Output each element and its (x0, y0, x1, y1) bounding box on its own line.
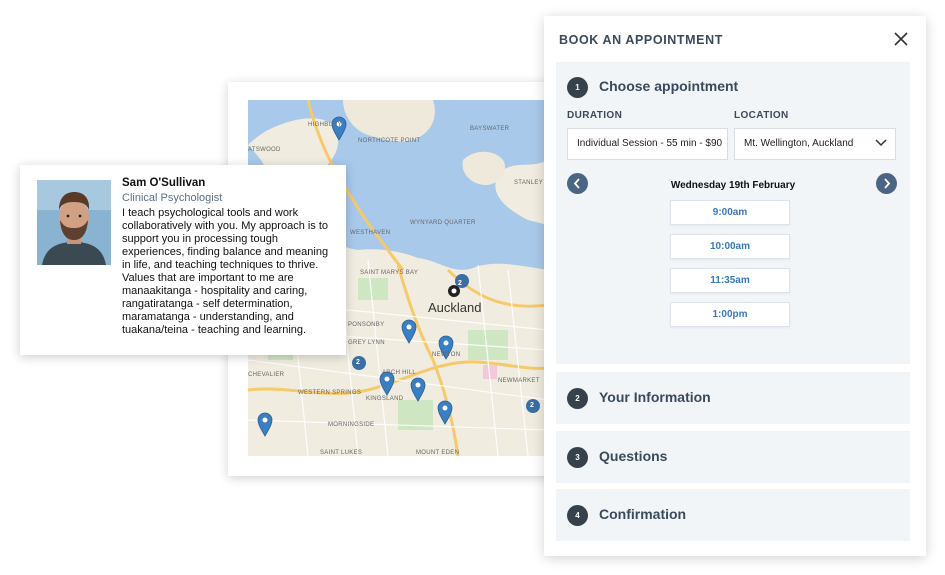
map-label: HIGHBURY (308, 122, 342, 128)
therapist-photo (37, 180, 111, 265)
map-label: CHEVALIER (248, 372, 285, 378)
time-slot-button[interactable]: 9:00am (670, 200, 790, 225)
map-label: SAINT MARYS BAY (360, 270, 419, 276)
location-label: LOCATION (734, 110, 789, 121)
map-label: WESTERN SPRINGS (298, 390, 362, 396)
map-label: NEWMARKET (498, 378, 540, 384)
duration-label: DURATION (567, 110, 623, 121)
selected-date: Wednesday 19th February (670, 180, 796, 191)
cluster-count[interactable]: 2 (356, 359, 360, 366)
step-title[interactable]: Confirmation (599, 506, 686, 522)
location-select[interactable]: Mt. Wellington, Auckland (734, 128, 896, 160)
step-your-information[interactable]: 2 Your Information (556, 372, 910, 424)
location-value: Mt. Wellington, Auckland (744, 138, 854, 149)
close-icon[interactable] (892, 30, 910, 48)
step-number-badge: 4 (567, 505, 588, 526)
therapist-profile-card: Sam O'Sullivan Clinical Psychologist I t… (20, 165, 346, 355)
step-questions[interactable]: 3 Questions (556, 431, 910, 483)
map-label: WESTHAVEN (350, 230, 391, 236)
time-slot-button[interactable]: 10:00am (670, 234, 790, 259)
next-day-button[interactable] (876, 173, 897, 194)
map-label: PONSONBY (348, 322, 385, 328)
time-slot-button[interactable]: 11:35am (670, 268, 790, 293)
map-label: ARCH HILL (382, 370, 417, 376)
step-number-badge: 1 (567, 77, 588, 98)
step-choose-appointment: 1 Choose appointment DURATION Individual… (556, 62, 910, 364)
cluster-count[interactable]: 2 (458, 280, 462, 287)
step-number-badge: 2 (567, 388, 588, 409)
map-city-label: Auckland (428, 300, 482, 315)
map-label: GREY LYNN (348, 340, 385, 346)
booking-panel: BOOK AN APPOINTMENT 1 Choose appointment… (544, 16, 926, 556)
step-title[interactable]: Choose appointment (599, 78, 738, 94)
duration-value: Individual Session - 55 min - $90 (577, 138, 723, 149)
map-label: SAINT LUKES (320, 450, 363, 456)
map-label: NEWTON (432, 352, 461, 358)
therapist-bio: I teach psychological tools and work col… (122, 207, 329, 336)
map-label: ATSWOOD (248, 147, 281, 153)
map-label: WYNYARD QUARTER (410, 220, 476, 226)
therapist-name: Sam O'Sullivan (122, 177, 206, 189)
step-title[interactable]: Your Information (599, 389, 711, 405)
duration-select[interactable]: Individual Session - 55 min - $90 (567, 128, 728, 160)
map-label: BAYSWATER (470, 126, 510, 132)
map-label: MORNINGSIDE (328, 422, 375, 428)
time-slot-button[interactable]: 1:00pm (670, 302, 790, 327)
map-label: MOUNT EDEN (416, 450, 460, 456)
map-label: NORTHCOTE POINT (358, 138, 421, 144)
map-label: KINGSLAND (366, 396, 404, 402)
step-confirmation[interactable]: 4 Confirmation (556, 489, 910, 541)
map-label: STANLEY (514, 180, 543, 186)
chevron-down-icon (875, 139, 887, 147)
step-number-badge: 3 (567, 447, 588, 468)
chevron-right-icon (884, 178, 891, 189)
panel-title: BOOK AN APPOINTMENT (559, 33, 723, 47)
step-title[interactable]: Questions (599, 448, 667, 464)
therapist-role: Clinical Psychologist (122, 192, 223, 204)
cluster-count[interactable]: 2 (530, 402, 534, 409)
